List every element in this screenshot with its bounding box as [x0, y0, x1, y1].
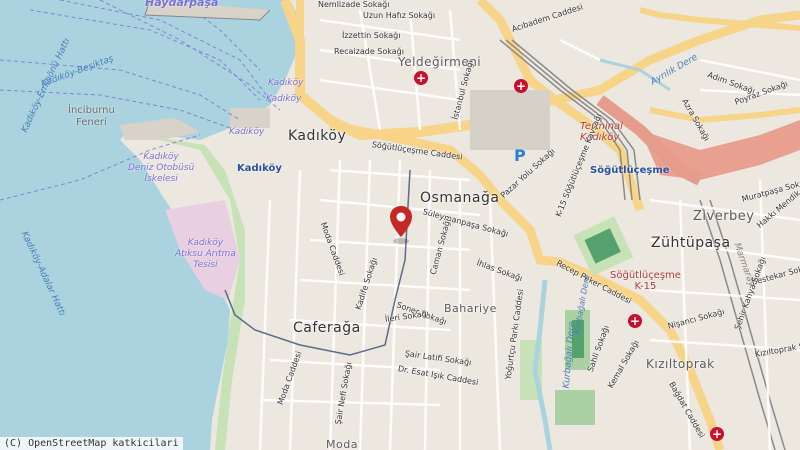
- hospital-icon[interactable]: +: [628, 314, 642, 328]
- hospital-icon[interactable]: +: [710, 427, 724, 441]
- hospital-icon[interactable]: +: [414, 71, 428, 85]
- map-view[interactable]: + + + + P Kadıköy Osmanağa Caferağa Züht…: [0, 0, 800, 450]
- map-pin-icon[interactable]: [389, 205, 413, 245]
- attribution[interactable]: (C) OpenStreetMap katkicilari: [0, 437, 183, 450]
- parking-icon[interactable]: P: [514, 146, 526, 165]
- hospital-icon[interactable]: +: [514, 79, 528, 93]
